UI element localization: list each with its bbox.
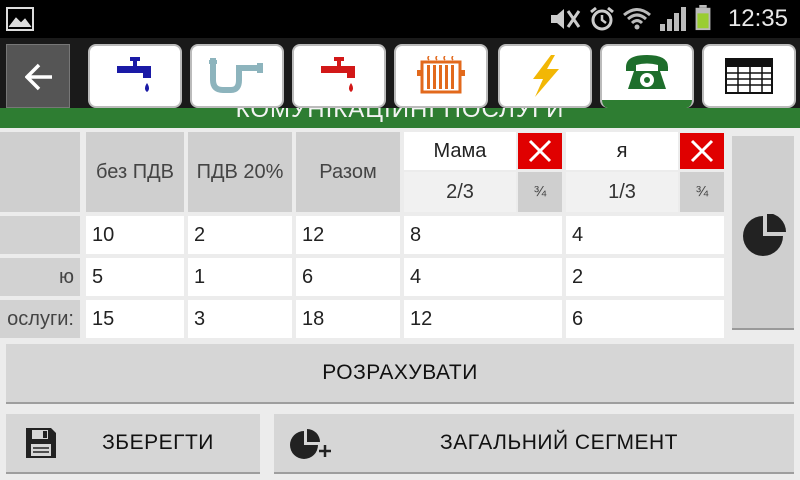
gallery-icon: [6, 7, 34, 31]
lightning-icon: [533, 55, 559, 97]
pie-chart-icon: [743, 214, 786, 256]
row-label-2: ю: [0, 258, 80, 296]
save-icon: [26, 428, 56, 458]
cell-no-vat-2[interactable]: 5: [86, 258, 184, 296]
pie-chart-button[interactable]: [732, 136, 794, 330]
tab-electricity[interactable]: [498, 44, 592, 108]
cell-total-3[interactable]: 18: [296, 300, 400, 338]
close-icon: [690, 139, 714, 163]
tab-sewage[interactable]: [190, 44, 284, 108]
close-icon: [528, 139, 552, 163]
tab-hot-water[interactable]: [292, 44, 386, 108]
person-name-2[interactable]: я: [566, 132, 678, 170]
tab-cold-water[interactable]: [88, 44, 182, 108]
header-total: Разом: [296, 132, 400, 212]
back-button[interactable]: [6, 44, 70, 108]
battery-icon: [695, 5, 711, 31]
cell-vat-1[interactable]: 2: [188, 216, 292, 254]
cell-vat-3[interactable]: 3: [188, 300, 292, 338]
cell-person1-3[interactable]: 12: [404, 300, 562, 338]
tab-phone[interactable]: [600, 44, 694, 108]
clock: 12:35: [727, 5, 788, 32]
calculate-label: РОЗРАХУВАТИ: [322, 361, 478, 384]
alarm-icon: [590, 6, 614, 31]
row-label-1: [0, 216, 80, 254]
faucet-blue-icon: [117, 57, 151, 92]
row-label-3: ослуги:: [0, 300, 80, 338]
cell-total-1[interactable]: 12: [296, 216, 400, 254]
general-segment-button[interactable]: ЗАГАЛЬНИЙ СЕГМЕНТ: [274, 414, 794, 474]
cell-person2-1[interactable]: 4: [566, 216, 724, 254]
general-segment-label: ЗАГАЛЬНИЙ СЕГМЕНТ: [440, 431, 678, 454]
wifi-icon: [623, 8, 651, 30]
cell-no-vat-3[interactable]: 15: [86, 300, 184, 338]
delete-person-1-button[interactable]: [518, 133, 562, 169]
save-label: ЗБЕРЕГТИ: [102, 431, 214, 454]
cell-vat-2[interactable]: 1: [188, 258, 292, 296]
faucet-red-icon: [321, 57, 355, 92]
cell-person1-1[interactable]: 8: [404, 216, 562, 254]
cell-person2-3[interactable]: 6: [566, 300, 724, 338]
section-title-band: КОМУНІКАЦІЙНІ ПОСЛУГИ: [0, 108, 800, 128]
telephone-icon: [626, 55, 668, 89]
fraction-button-2[interactable]: ¾: [680, 172, 724, 212]
section-title: КОМУНІКАЦІЙНІ ПОСЛУГИ: [235, 108, 565, 123]
cell-person2-2[interactable]: 2: [566, 258, 724, 296]
radiator-icon: [417, 56, 465, 94]
calculate-button[interactable]: РОЗРАХУВАТИ: [6, 344, 794, 404]
pipe-icon: [209, 58, 263, 93]
tab-table[interactable]: [702, 44, 796, 108]
app-screen: { "status_bar": { "time": "12:35", "icon…: [0, 0, 800, 480]
fraction-button-1[interactable]: ¾: [518, 172, 562, 212]
signal-icon: [660, 7, 686, 31]
status-bar: 12:35: [0, 0, 800, 38]
cell-total-2[interactable]: 6: [296, 258, 400, 296]
save-button[interactable]: ЗБЕРЕГТИ: [6, 414, 260, 474]
delete-person-2-button[interactable]: [680, 133, 724, 169]
header-no-vat: без ПДВ: [86, 132, 184, 212]
person-share-2[interactable]: 1/3: [566, 172, 678, 212]
back-arrow-icon: [25, 63, 52, 91]
cell-person1-2[interactable]: 4: [404, 258, 562, 296]
corner-header: [0, 132, 80, 212]
mute-icon: [551, 9, 581, 29]
table-icon: [725, 58, 773, 94]
cell-no-vat-1[interactable]: 10: [86, 216, 184, 254]
person-share-1[interactable]: 2/3: [404, 172, 516, 212]
tab-heating[interactable]: [394, 44, 488, 108]
header-vat: ПДВ 20%: [188, 132, 292, 212]
category-toolbar: [0, 38, 800, 116]
person-name-1[interactable]: Мама: [404, 132, 516, 170]
